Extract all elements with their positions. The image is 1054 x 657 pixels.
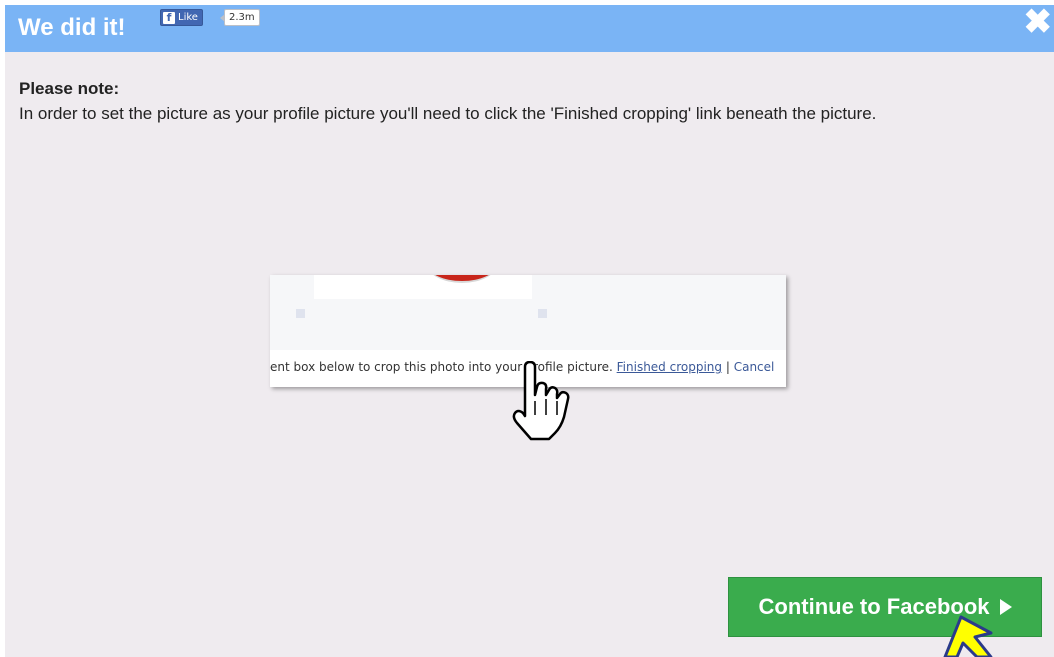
dialog-title: We did it! bbox=[18, 14, 126, 41]
dialog: We did it! f Like 2.3m ✖ Please note: In… bbox=[5, 5, 1054, 657]
hand-pointer-icon bbox=[512, 361, 570, 441]
note-text: In order to set the picture as your prof… bbox=[19, 104, 877, 123]
link-separator: | bbox=[725, 360, 730, 374]
like-label: Like bbox=[178, 12, 198, 23]
crop-handle bbox=[296, 309, 305, 318]
facebook-f-icon: f bbox=[163, 11, 175, 24]
cancel-link: Cancel bbox=[733, 360, 775, 374]
title-bar: We did it! f Like 2.3m ✖ bbox=[5, 5, 1054, 52]
note-heading: Please note: bbox=[19, 79, 120, 98]
crop-frame bbox=[314, 275, 532, 299]
crop-preview-area bbox=[270, 275, 786, 350]
play-arrow-icon bbox=[999, 599, 1012, 615]
facebook-like-button[interactable]: f Like bbox=[160, 9, 203, 26]
close-icon[interactable]: ✖ bbox=[1024, 5, 1053, 39]
like-count: 2.3m bbox=[220, 9, 260, 26]
yellow-pointer-arrow-icon bbox=[943, 615, 993, 657]
finished-cropping-link: Finished cropping bbox=[616, 360, 723, 374]
crop-handle bbox=[538, 309, 547, 318]
